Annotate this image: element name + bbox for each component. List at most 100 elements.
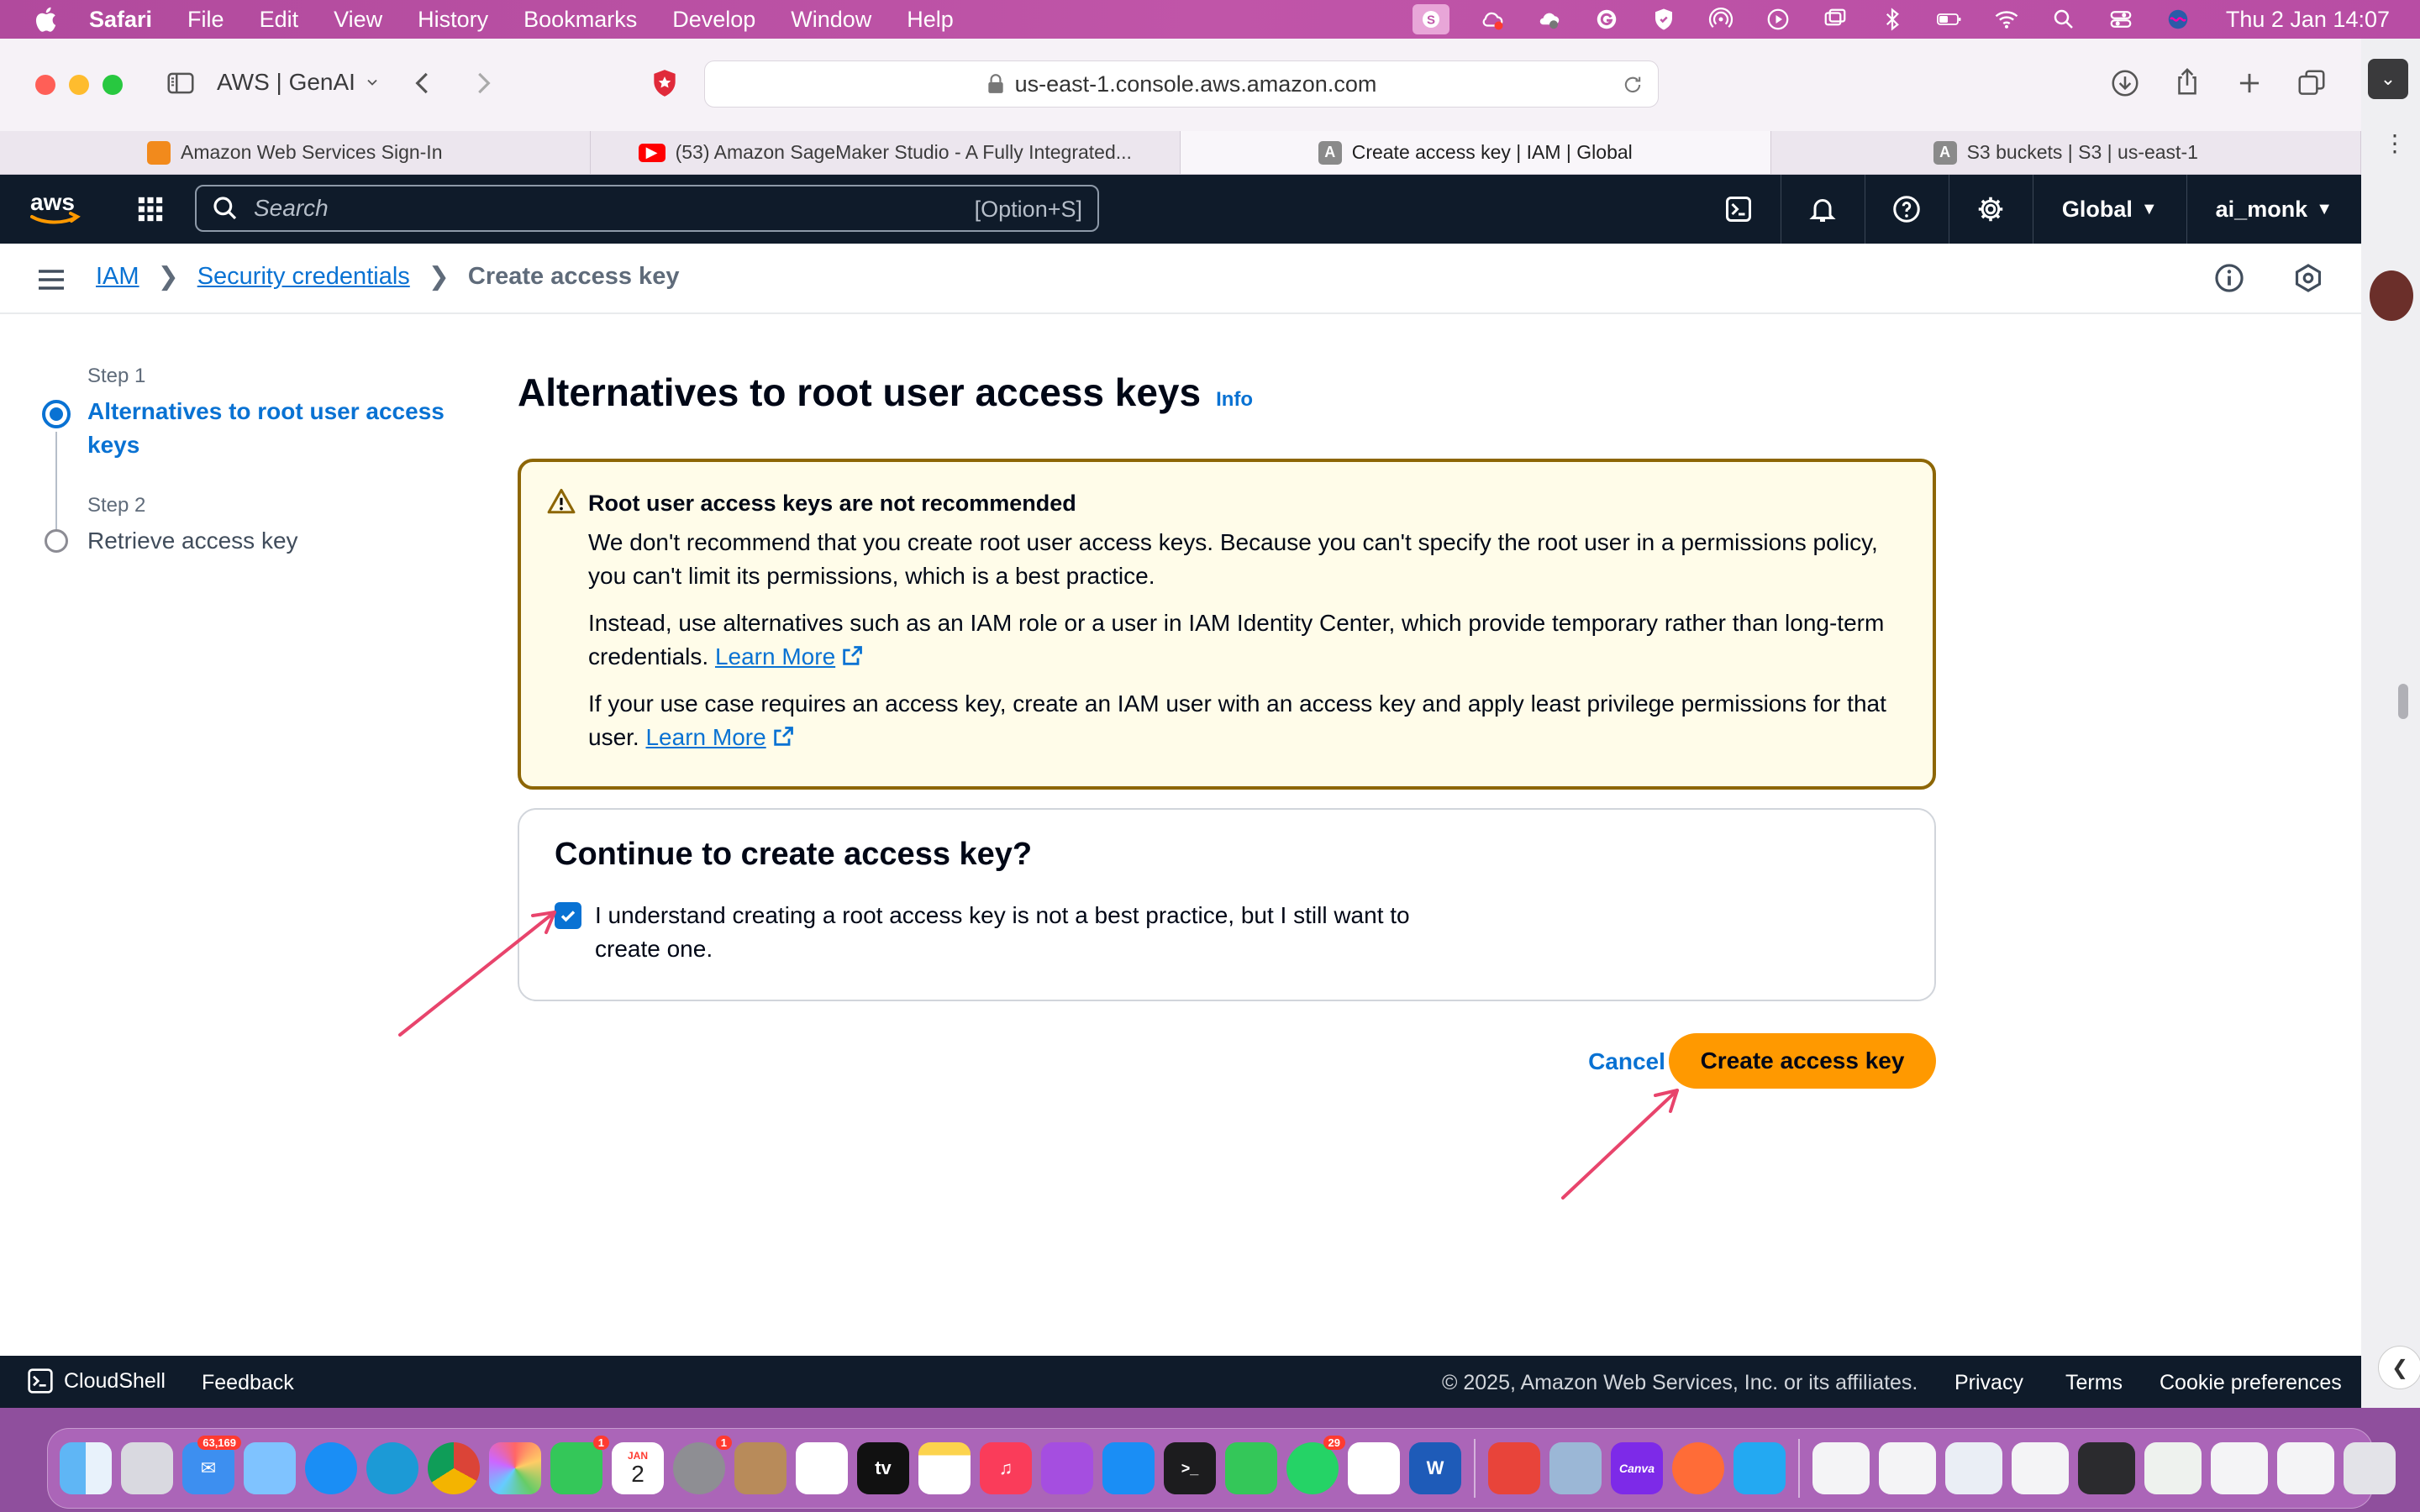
- menu-view[interactable]: View: [334, 7, 382, 33]
- minimized-window-icon[interactable]: [2277, 1442, 2334, 1494]
- apple-tv-icon[interactable]: tv: [857, 1442, 909, 1494]
- privacy-link[interactable]: Privacy: [1954, 1371, 2023, 1395]
- facetime-icon[interactable]: [1225, 1442, 1277, 1494]
- aws-logo[interactable]: aws: [27, 186, 82, 230]
- profile-selector[interactable]: AWS | GenAI: [217, 69, 381, 96]
- hamburger-menu-icon[interactable]: [37, 269, 66, 291]
- screen-mirror-icon[interactable]: [1821, 7, 1849, 32]
- menu-develop[interactable]: Develop: [672, 7, 755, 33]
- tab-overview-icon[interactable]: [2296, 67, 2328, 99]
- siri-icon[interactable]: [2164, 7, 2192, 32]
- grammarly-icon[interactable]: [1592, 7, 1621, 32]
- menubar-clock[interactable]: Thu 2 Jan 14:07: [2226, 7, 2390, 33]
- minimized-window-icon[interactable]: [2144, 1442, 2202, 1494]
- podcasts-icon[interactable]: [1041, 1442, 1093, 1494]
- photos-icon[interactable]: [489, 1442, 541, 1494]
- aws-search-input[interactable]: Search [Option+S]: [195, 185, 1099, 232]
- messages-icon[interactable]: 1: [550, 1436, 609, 1494]
- menu-app-name[interactable]: Safari: [89, 7, 152, 33]
- back-arrow-icon[interactable]: [407, 67, 439, 99]
- spotlight-search-icon[interactable]: [2049, 7, 2078, 32]
- system-settings-icon[interactable]: 1: [673, 1436, 732, 1494]
- cloudshell-button[interactable]: [1697, 175, 1781, 244]
- bluetooth-icon[interactable]: [1878, 7, 1907, 32]
- acknowledge-checkbox[interactable]: [555, 902, 581, 929]
- skype-status-icon[interactable]: S: [1412, 4, 1449, 34]
- launchpad-icon[interactable]: [121, 1442, 173, 1494]
- contacts-icon[interactable]: [734, 1442, 786, 1494]
- tab-sagemaker-youtube[interactable]: ▶ (53) Amazon SageMaker Studio - A Fully…: [591, 131, 1181, 174]
- calendar-icon[interactable]: JAN 2: [612, 1442, 664, 1494]
- privacy-shield-icon[interactable]: [649, 67, 681, 99]
- menu-help[interactable]: Help: [907, 7, 954, 33]
- chevron-down-icon[interactable]: ⌄: [2368, 59, 2408, 99]
- edge-icon[interactable]: [366, 1442, 418, 1494]
- menu-file[interactable]: File: [187, 7, 224, 33]
- vpn-shield-icon[interactable]: [1649, 7, 1678, 32]
- learn-more-link[interactable]: Learn More: [715, 643, 864, 669]
- notifications-button[interactable]: [1780, 175, 1865, 244]
- help-button[interactable]: [1864, 175, 1949, 244]
- postman-icon[interactable]: [1672, 1442, 1724, 1494]
- minimized-window-icon[interactable]: [2078, 1442, 2135, 1494]
- terms-link[interactable]: Terms: [2065, 1371, 2123, 1395]
- menu-edit[interactable]: Edit: [260, 7, 299, 33]
- brave-icon[interactable]: [1488, 1442, 1540, 1494]
- forward-arrow-icon[interactable]: [467, 67, 499, 99]
- minimized-window-icon[interactable]: [2012, 1442, 2069, 1494]
- play-icon[interactable]: [1764, 7, 1792, 32]
- canva-icon[interactable]: Canva: [1611, 1442, 1663, 1494]
- account-menu[interactable]: ai_monk ▼: [2186, 175, 2361, 244]
- avatar[interactable]: [2370, 270, 2413, 321]
- tab-s3-buckets[interactable]: A S3 buckets | S3 | us-east-1: [1771, 131, 2361, 174]
- services-grid-icon[interactable]: [136, 195, 165, 223]
- trash-icon[interactable]: [2344, 1442, 2396, 1494]
- breadcrumb-iam[interactable]: IAM: [96, 263, 139, 291]
- tab-aws-sign-in[interactable]: Amazon Web Services Sign-In: [0, 131, 591, 174]
- settings-button[interactable]: [1948, 175, 2033, 244]
- menu-window[interactable]: Window: [791, 7, 871, 33]
- info-link[interactable]: Info: [1216, 388, 1253, 412]
- music-icon[interactable]: ♫: [980, 1442, 1032, 1494]
- cloud-sync-icon[interactable]: [1478, 7, 1507, 32]
- share-icon[interactable]: [2171, 66, 2203, 97]
- region-selector[interactable]: Global ▼: [2032, 175, 2186, 244]
- chrome-icon[interactable]: [428, 1442, 480, 1494]
- preview-icon[interactable]: [1549, 1442, 1602, 1494]
- cookie-preferences-link[interactable]: Cookie preferences: [2160, 1371, 2342, 1395]
- notes-icon[interactable]: [918, 1442, 971, 1494]
- feedback-link[interactable]: Feedback: [202, 1371, 294, 1395]
- safari-icon[interactable]: [305, 1442, 357, 1494]
- apple-menu-icon[interactable]: [32, 4, 62, 34]
- creative-cloud-icon[interactable]: [1535, 7, 1564, 32]
- collapse-panel-icon[interactable]: ❮: [2378, 1346, 2420, 1389]
- minimize-window-button[interactable]: [69, 75, 89, 95]
- new-tab-icon[interactable]: [2233, 67, 2265, 99]
- word-icon[interactable]: W: [1409, 1442, 1461, 1494]
- terminal-icon[interactable]: >_: [1164, 1442, 1216, 1494]
- step-1-title[interactable]: Alternatives to root user access keys: [87, 395, 474, 462]
- scroll-indicator[interactable]: [2398, 684, 2408, 719]
- wifi-icon[interactable]: [1992, 7, 2021, 32]
- finder-icon[interactable]: [60, 1442, 112, 1494]
- airdrop-icon[interactable]: [1707, 7, 1735, 32]
- downloads-icon[interactable]: [2109, 67, 2141, 99]
- menu-history[interactable]: History: [418, 7, 488, 33]
- vscode-icon[interactable]: [1733, 1442, 1786, 1494]
- slack-icon[interactable]: [1348, 1442, 1400, 1494]
- reload-icon[interactable]: [1621, 73, 1644, 97]
- minimized-window-icon[interactable]: [1945, 1442, 2002, 1494]
- maps-icon[interactable]: [244, 1442, 296, 1494]
- whatsapp-icon[interactable]: 29: [1286, 1436, 1345, 1494]
- minimized-window-icon[interactable]: [1879, 1442, 1936, 1494]
- acknowledge-checkbox-label[interactable]: I understand creating a root access key …: [595, 899, 1469, 966]
- reminders-icon[interactable]: [796, 1442, 848, 1494]
- close-window-button[interactable]: [35, 75, 55, 95]
- info-panel-icon[interactable]: [2213, 262, 2245, 294]
- settings-hex-icon[interactable]: [2292, 262, 2324, 294]
- battery-icon[interactable]: [1935, 7, 1964, 32]
- more-options-icon[interactable]: ⋮: [2383, 132, 2407, 155]
- create-access-key-button[interactable]: Create access key: [1669, 1033, 1936, 1089]
- fullscreen-window-button[interactable]: [103, 75, 123, 95]
- cloudshell-footer-button[interactable]: CloudShell: [27, 1368, 166, 1394]
